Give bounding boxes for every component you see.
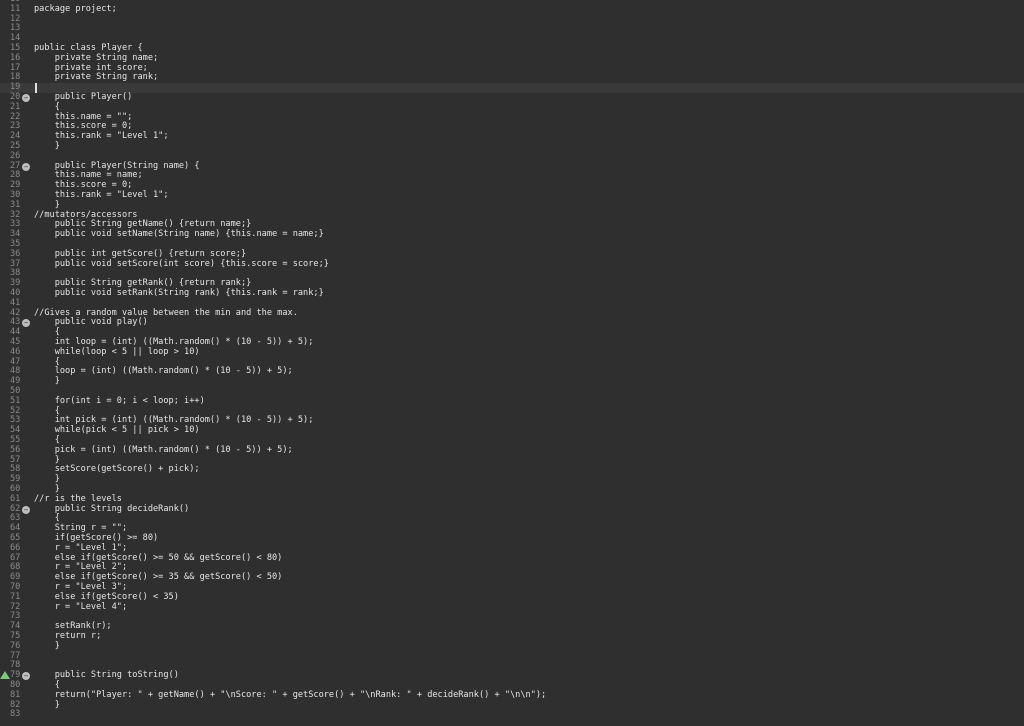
- line-number: 83: [10, 709, 21, 720]
- code-line[interactable]: 22 this.name = "";: [0, 112, 1024, 123]
- code-line[interactable]: 27− public Player(String name) {: [0, 161, 1024, 172]
- code-line[interactable]: 40 public void setRank(String rank) {thi…: [0, 288, 1024, 299]
- code-line[interactable]: 19: [0, 82, 1024, 93]
- code-line[interactable]: 62− public String decideRank(): [0, 504, 1024, 515]
- override-marker-icon[interactable]: [0, 671, 10, 680]
- code-line[interactable]: 42//Gives a random value between the min…: [0, 308, 1024, 319]
- code-line[interactable]: 21 {: [0, 102, 1024, 113]
- code-line[interactable]: 79− public String toString(): [0, 670, 1024, 681]
- code-line[interactable]: 51 for(int i = 0; i < loop; i++): [0, 396, 1024, 407]
- code-text[interactable]: }: [34, 376, 60, 387]
- code-text[interactable]: }: [34, 141, 60, 152]
- code-line[interactable]: 74 setRank(r);: [0, 621, 1024, 632]
- code-line[interactable]: 28 this.name = name;: [0, 171, 1024, 181]
- code-line[interactable]: 65 if(getScore() >= 80): [0, 533, 1024, 544]
- code-line[interactable]: 81 return("Player: " + getName() + "\nSc…: [0, 690, 1024, 701]
- code-line[interactable]: 49 }: [0, 376, 1024, 387]
- code-line[interactable]: 25 }: [0, 141, 1024, 152]
- code-line[interactable]: 16 private String name;: [0, 53, 1024, 64]
- code-line[interactable]: 82 }: [0, 700, 1024, 711]
- code-line[interactable]: 56 pick = (int) ((Math.random() * (10 - …: [0, 445, 1024, 456]
- code-line[interactable]: 58 setScore(getScore() + pick);: [0, 465, 1024, 475]
- code-line[interactable]: 34 public void setName(String name) {thi…: [0, 229, 1024, 240]
- code-line[interactable]: 67 else if(getScore() >= 50 && getScore(…: [0, 553, 1024, 564]
- code-text[interactable]: pick = (int) ((Math.random() * (10 - 5))…: [34, 445, 293, 456]
- code-text[interactable]: public void setName(String name) {this.n…: [34, 229, 324, 240]
- code-line[interactable]: 54 while(pick < 5 || pick > 10): [0, 425, 1024, 436]
- code-line[interactable]: 24 this.rank = "Level 1";: [0, 131, 1024, 142]
- code-text[interactable]: package project;: [34, 4, 117, 15]
- code-line[interactable]: 14: [0, 33, 1024, 44]
- code-text[interactable]: }: [34, 700, 60, 711]
- code-line[interactable]: 48 loop = (int) ((Math.random() * (10 - …: [0, 367, 1024, 377]
- code-line[interactable]: 77: [0, 651, 1024, 662]
- code-line[interactable]: 46 while(loop < 5 || loop > 10): [0, 347, 1024, 358]
- code-line[interactable]: 76 }: [0, 641, 1024, 652]
- code-line[interactable]: 72 r = "Level 4";: [0, 602, 1024, 613]
- code-line[interactable]: 13: [0, 24, 1024, 34]
- code-line[interactable]: 11 package project;: [0, 4, 1024, 15]
- fold-collapse-icon[interactable]: −: [22, 505, 30, 514]
- code-line[interactable]: 83: [0, 710, 1024, 720]
- code-line[interactable]: 63 {: [0, 514, 1024, 524]
- code-line[interactable]: 31 }: [0, 200, 1024, 211]
- code-text[interactable]: r = "Level 4";: [34, 602, 127, 613]
- code-line[interactable]: 60 }: [0, 484, 1024, 495]
- code-line[interactable]: 18 private String rank;: [0, 73, 1024, 83]
- code-text[interactable]: public void setScore(int score) {this.sc…: [34, 259, 329, 270]
- code-text[interactable]: loop = (int) ((Math.random() * (10 - 5))…: [34, 367, 293, 377]
- code-line[interactable]: 43− public void play(): [0, 318, 1024, 328]
- fold-collapse-icon[interactable]: −: [22, 94, 30, 102]
- code-line[interactable]: 71 else if(getScore() < 35): [0, 592, 1024, 603]
- code-line[interactable]: 69 else if(getScore() >= 35 && getScore(…: [0, 572, 1024, 583]
- code-line[interactable]: 20− public Player(): [0, 92, 1024, 103]
- code-text[interactable]: return("Player: " + getName() + "\nScore…: [34, 690, 547, 701]
- code-line[interactable]: 37 public void setScore(int score) {this…: [0, 259, 1024, 270]
- code-editor[interactable]: 1011package project;12131415public class…: [0, 0, 1024, 726]
- fold-collapse-icon[interactable]: −: [22, 672, 30, 681]
- code-text[interactable]: public void setRank(String rank) {this.r…: [34, 288, 324, 299]
- code-line[interactable]: 75 return r;: [0, 631, 1024, 642]
- code-line[interactable]: 59 }: [0, 474, 1024, 485]
- code-text[interactable]: }: [34, 641, 60, 652]
- code-line[interactable]: 30 this.rank = "Level 1";: [0, 190, 1024, 201]
- code-text[interactable]: private String rank;: [34, 73, 159, 83]
- fold-collapse-icon[interactable]: −: [22, 319, 30, 328]
- code-line[interactable]: 73: [0, 612, 1024, 622]
- code-line[interactable]: 12: [0, 14, 1024, 25]
- fold-collapse-icon[interactable]: −: [22, 162, 30, 171]
